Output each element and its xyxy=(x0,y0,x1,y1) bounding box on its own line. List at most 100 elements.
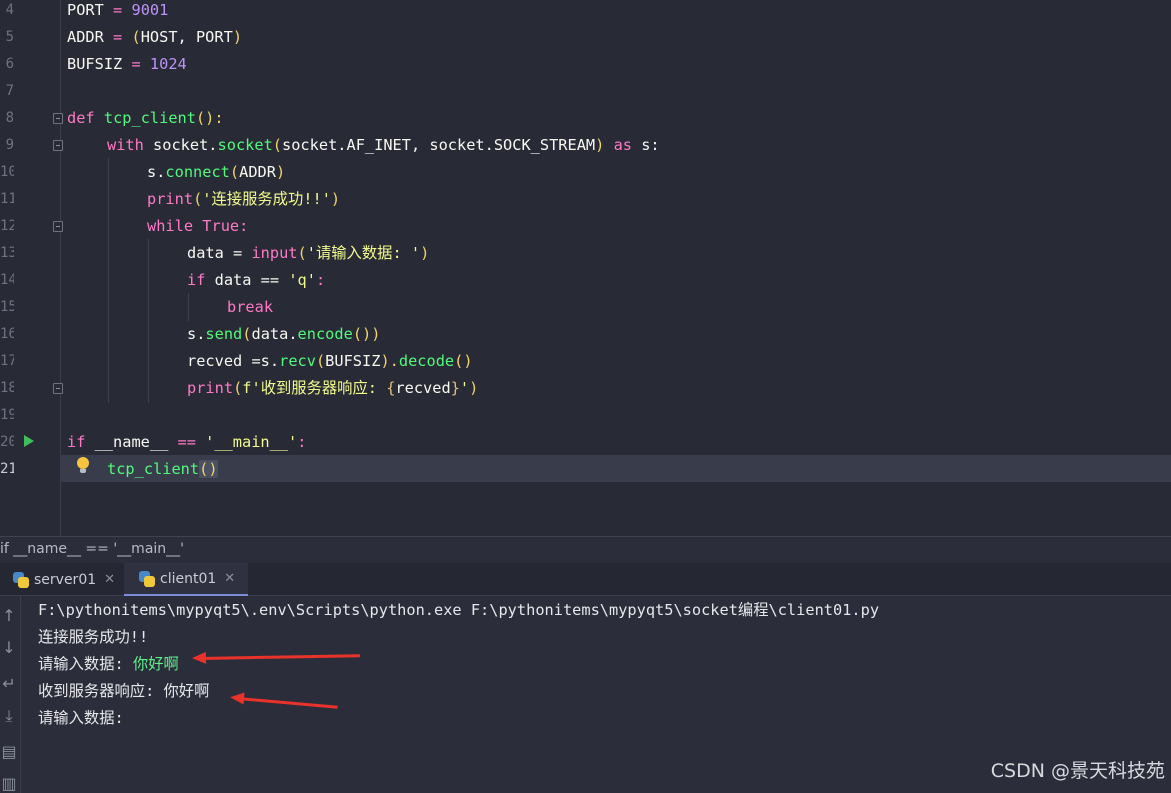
code-line[interactable]: s.send(data.encode()) xyxy=(187,321,380,348)
close-icon[interactable]: ✕ xyxy=(224,571,235,586)
breadcrumb-text[interactable]: if __name__ == '__main__' xyxy=(0,541,184,557)
code-line[interactable]: print('连接服务成功!!') xyxy=(147,186,340,213)
code-token: s: xyxy=(632,136,660,154)
line-number: 21 xyxy=(0,461,14,477)
code-token: ) xyxy=(208,460,218,478)
code-token: ( xyxy=(272,136,283,154)
code-editor[interactable]: 4 5 6 7 8 9 10 11 12 13 14 15 16 17 18 1… xyxy=(0,0,1171,536)
code-token: send xyxy=(205,325,243,343)
code-token: socket.AF_INET, socket.SOCK_STREAM xyxy=(282,136,596,154)
fold-icon[interactable] xyxy=(53,383,63,394)
print-icon[interactable]: ▤ xyxy=(0,742,18,761)
code-token: 9001 xyxy=(131,1,169,19)
close-icon[interactable]: ✕ xyxy=(104,572,115,587)
code-token: ADDR xyxy=(239,163,276,181)
arrow-down-icon[interactable]: ↓ xyxy=(0,638,18,657)
code-token: ( xyxy=(193,190,203,208)
line-number: 19 xyxy=(0,407,14,423)
code-line[interactable]: tcp_client() xyxy=(107,456,218,483)
code-token: = xyxy=(103,1,132,19)
code-token: ( xyxy=(199,460,209,478)
indent-guide xyxy=(148,239,149,403)
code-token: : xyxy=(315,271,326,289)
code-token: ) xyxy=(469,379,479,397)
code-token: connect xyxy=(165,163,230,181)
code-line[interactable]: recved =s.recv(BUFSIZ).decode() xyxy=(187,348,473,375)
soft-wrap-icon[interactable]: ↵ xyxy=(0,674,18,693)
indent-guide xyxy=(188,293,189,321)
code-token: recv xyxy=(279,352,316,370)
fold-icon[interactable] xyxy=(53,221,63,232)
code-token: ADDR xyxy=(67,28,104,46)
code-line[interactable]: s.connect(ADDR) xyxy=(147,159,285,186)
tab-server01[interactable]: server01 ✕ xyxy=(8,563,124,596)
code-token: ( xyxy=(297,244,307,262)
fold-icon[interactable] xyxy=(53,140,63,151)
code-token: data = xyxy=(187,244,252,262)
code-line[interactable]: data = input('请输入数据: ') xyxy=(187,240,429,267)
code-token: BUFSIZ xyxy=(325,352,381,370)
line-number: 7 xyxy=(5,83,14,99)
code-token: if xyxy=(67,433,86,451)
line-number: 20 xyxy=(0,434,14,450)
scroll-to-end-icon[interactable]: ⤓ xyxy=(0,706,18,726)
line-number: 8 xyxy=(5,110,14,126)
code-token: ) xyxy=(595,136,605,154)
code-token: (): xyxy=(195,109,224,127)
python-icon xyxy=(13,571,29,588)
line-number: 12 xyxy=(0,218,14,234)
code-line[interactable]: BUFSIZ = 1024 xyxy=(67,51,187,78)
code-line[interactable]: while True: xyxy=(147,213,248,240)
console-toolbar: ↑ ↓ ↵ ⤓ ▤ ▥ xyxy=(0,596,21,793)
code-token: recved xyxy=(395,379,451,397)
trash-icon[interactable]: ▥ xyxy=(0,774,18,793)
code-line[interactable]: if __name__ == '__main__': xyxy=(67,429,306,456)
code-line[interactable]: print(f'收到服务器响应: {recved}') xyxy=(187,375,478,402)
fold-icon[interactable] xyxy=(53,113,63,124)
line-number: 17 xyxy=(0,353,14,369)
code-token: socket. xyxy=(143,136,218,154)
run-icon[interactable] xyxy=(24,435,34,447)
code-line[interactable]: PORT = 9001 xyxy=(67,0,168,24)
code-line[interactable]: def tcp_client(): xyxy=(67,105,224,132)
code-line[interactable]: if data == 'q': xyxy=(187,267,325,294)
arrow-up-icon[interactable]: ↑ xyxy=(0,606,18,625)
console-line: 请输入数据: xyxy=(38,709,133,727)
tab-label: client01 xyxy=(160,570,217,587)
tab-client01[interactable]: client01 ✕ xyxy=(124,563,248,596)
console-line: 请输入数据: 你好啊 xyxy=(38,651,179,678)
code-token: break xyxy=(227,298,274,316)
line-gutter: 4 5 6 7 8 9 10 11 12 13 14 15 16 17 18 1… xyxy=(0,0,61,536)
code-token: 1024 xyxy=(149,55,187,73)
code-token: print xyxy=(187,379,234,397)
code-token: '__main__' xyxy=(195,433,298,451)
code-token: '请输入数据: ' xyxy=(306,244,421,262)
line-number: 5 xyxy=(5,29,14,45)
line-number: 6 xyxy=(5,56,14,72)
code-token: __name__ xyxy=(85,433,178,451)
code-line[interactable]: break xyxy=(227,294,273,321)
line-number: 18 xyxy=(0,380,14,396)
console-line: F:\pythonitems\mypyqt5\.env\Scripts\pyth… xyxy=(38,601,880,619)
code-token: tcp_client xyxy=(107,460,200,478)
line-number: 4 xyxy=(5,2,14,18)
console-line: 收到服务器响应: 你好啊 xyxy=(38,682,210,700)
code-token: ) xyxy=(232,28,243,46)
line-number: 13 xyxy=(0,245,14,261)
code-token: ( xyxy=(131,28,141,46)
code-line[interactable]: with socket.socket(socket.AF_INET, socke… xyxy=(107,132,660,159)
line-number: 9 xyxy=(5,137,14,153)
lightbulb-icon[interactable] xyxy=(77,457,89,473)
line-number: 16 xyxy=(0,326,14,342)
code-token: data == xyxy=(205,271,289,289)
line-number: 10 xyxy=(0,164,14,180)
code-token: ( xyxy=(229,163,240,181)
code-line[interactable]: ADDR = (HOST, PORT) xyxy=(67,24,242,51)
breadcrumb[interactable]: if __name__ == '__main__' xyxy=(0,536,1171,563)
current-line-highlight xyxy=(61,455,1171,482)
line-number: 14 xyxy=(0,272,14,288)
code-token: ) xyxy=(420,244,430,262)
console-user-input: 你好啊 xyxy=(132,655,179,673)
python-icon xyxy=(139,570,155,587)
tab-label: server01 xyxy=(34,571,97,588)
